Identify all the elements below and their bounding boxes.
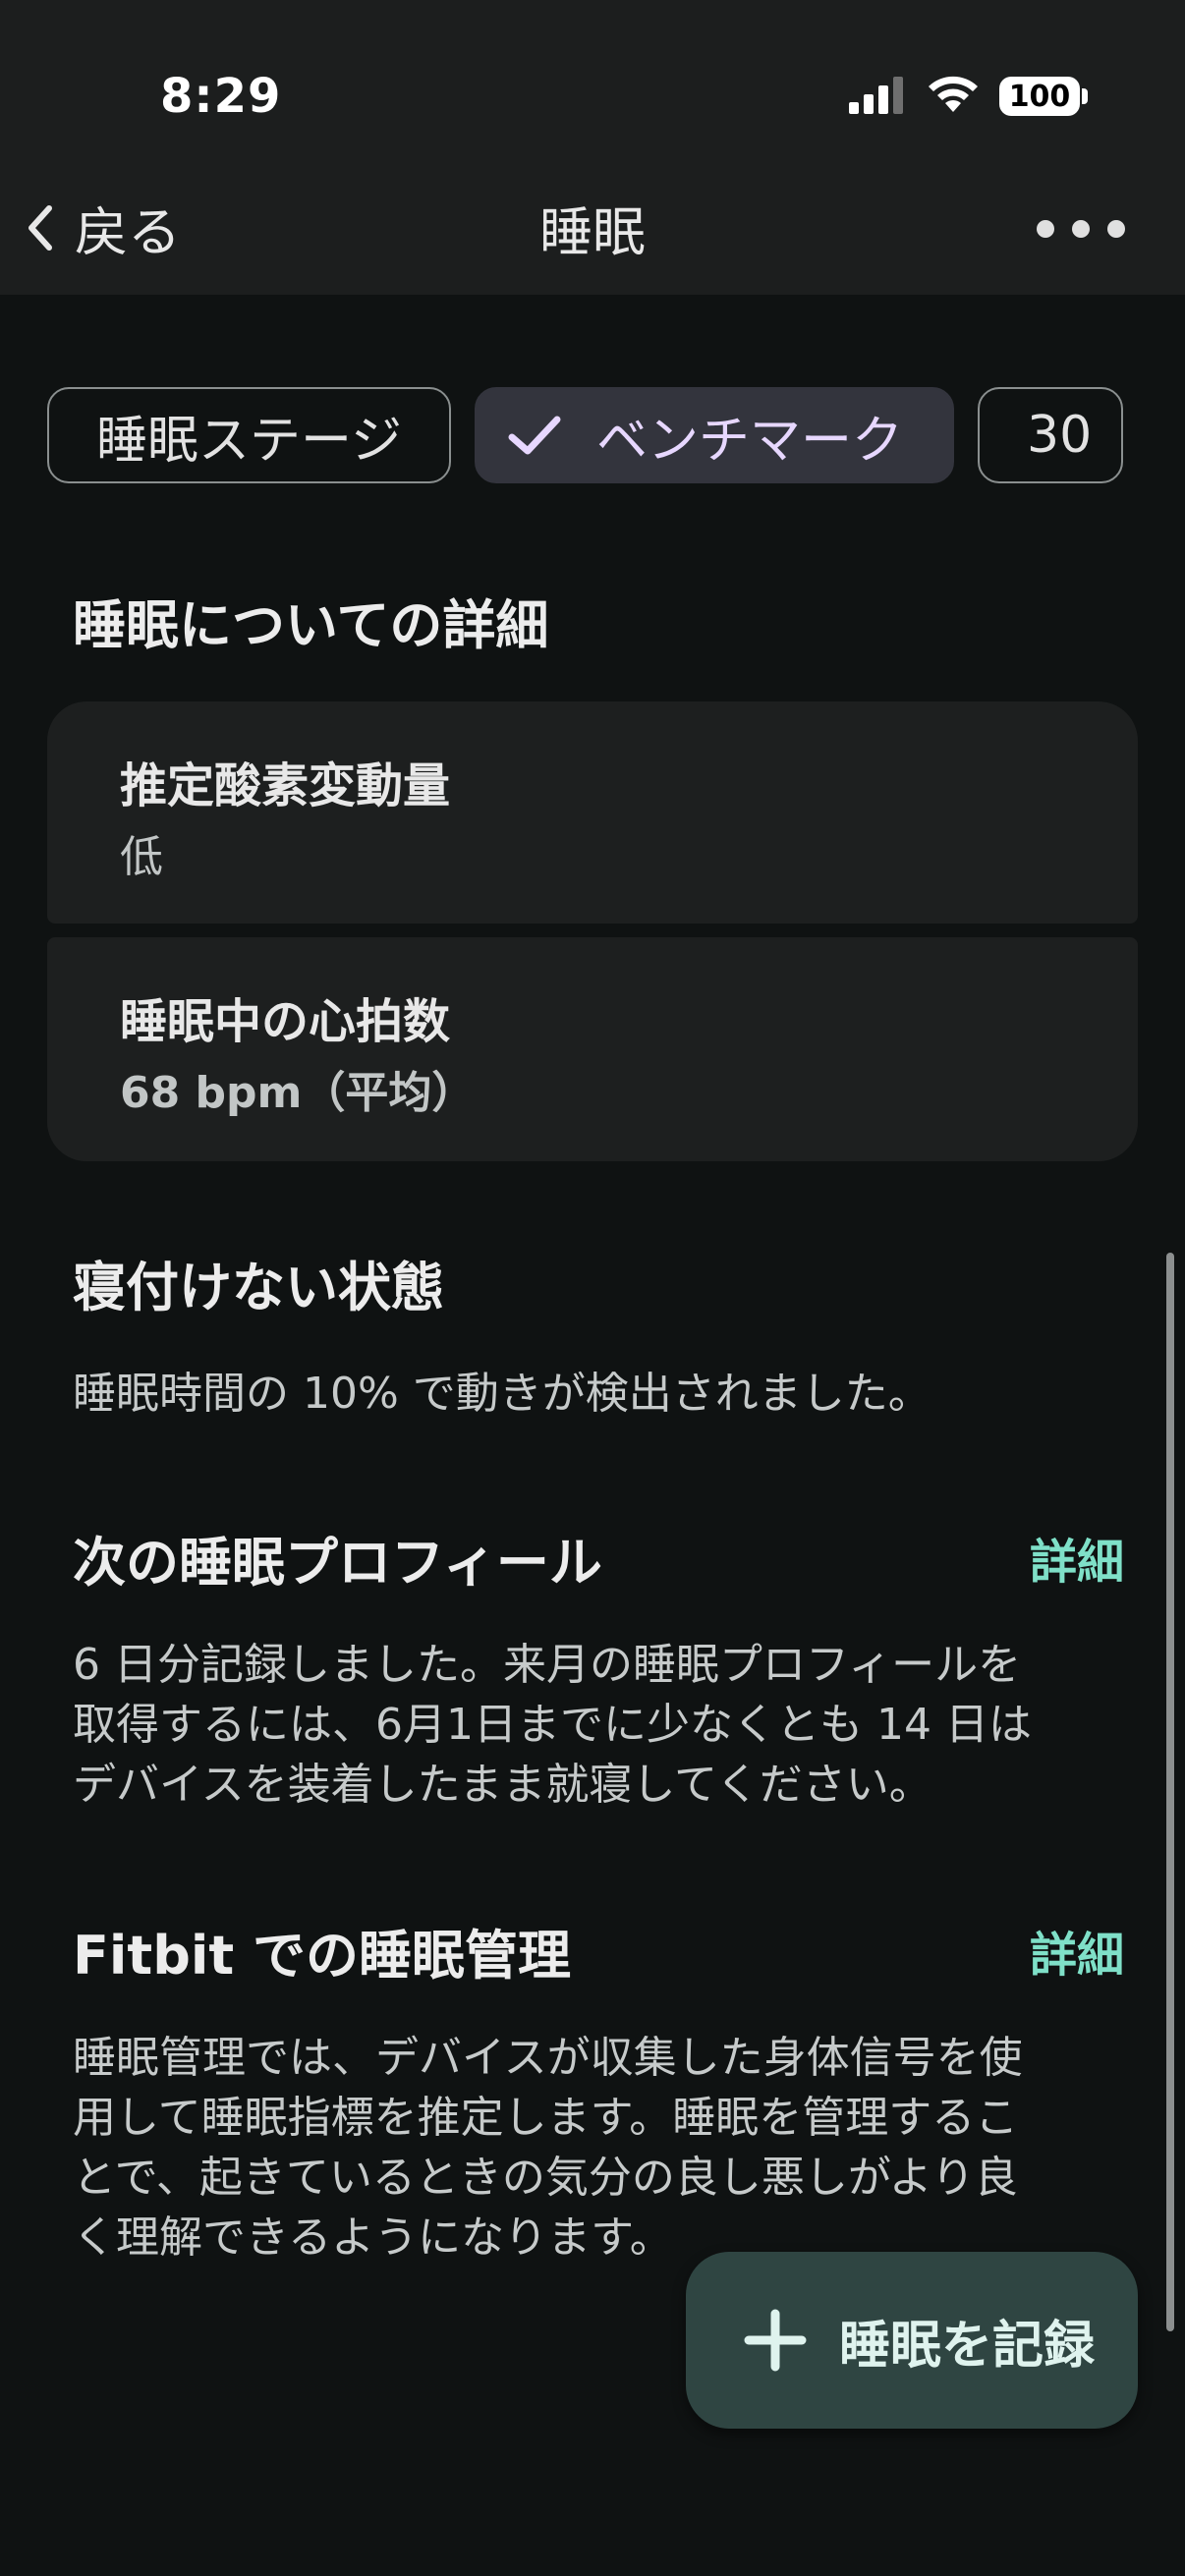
chip-sleep-stages[interactable]: 睡眠ステージ: [47, 387, 451, 483]
wifi-icon: [929, 76, 978, 112]
top-bar: 8:29 100 戻る 睡眠: [0, 0, 1185, 295]
heart-rate-value: 68 bpm（平均）: [120, 1068, 476, 1118]
profile-description: 6 日分記録しました。来月の睡眠プロフィールを 取得するには、6月1日までに少な…: [73, 1635, 1124, 1815]
filter-chips: 睡眠ステージ ベンチマーク 30: [47, 387, 1124, 483]
management-line: とで、起きているときの気分の良し悪しがより良: [73, 2153, 1018, 2203]
management-details-link[interactable]: 詳細: [1030, 1916, 1124, 1985]
profile-section-title: 次の睡眠プロフィール: [73, 1532, 602, 1594]
details-section-title: 睡眠についての詳細: [73, 594, 549, 656]
chip-label: ベンチマーク: [595, 411, 903, 471]
log-sleep-label: 睡眠を記録: [839, 2316, 1096, 2376]
management-line: 睡眠管理では、デバイスが収集した身体信号を使: [73, 2033, 1023, 2083]
management-section-title: Fitbit での睡眠管理: [73, 1925, 571, 1987]
more-dot-icon: [1037, 220, 1054, 238]
chip-label: 30: [1026, 406, 1093, 465]
oxygen-variation-card[interactable]: 推定酸素変動量 低: [47, 701, 1138, 924]
restless-section-title: 寝付けない状態: [73, 1257, 444, 1318]
battery-tip: [1082, 88, 1088, 104]
management-description: 睡眠管理では、デバイスが収集した身体信号を使 用して睡眠指標を推定します。睡眠を…: [73, 2028, 1124, 2268]
sleeping-heart-rate-card[interactable]: 睡眠中の心拍数 68 bpm（平均）: [47, 937, 1138, 1161]
oxygen-variation-label: 推定酸素変動量: [120, 758, 451, 813]
log-sleep-button[interactable]: 睡眠を記録: [686, 2252, 1138, 2429]
oxygen-variation-value: 低: [120, 832, 163, 882]
sleep-screen: 8:29 100 戻る 睡眠 睡眠ステージ ベンチマーク 30 睡眠についての詳…: [0, 0, 1185, 2576]
management-line: 用して睡眠指標を推定します。睡眠を管理するこ: [73, 2093, 1019, 2143]
chip-30-days[interactable]: 30: [977, 387, 1124, 483]
check-icon: [508, 416, 561, 455]
more-options-button[interactable]: [1037, 214, 1162, 244]
restless-description: 睡眠時間の 10% で動きが検出されました。: [73, 1369, 931, 1419]
heart-rate-label: 睡眠中の心拍数: [120, 994, 451, 1049]
cellular-signal-icon: [849, 77, 903, 114]
battery-indicator: 100: [999, 77, 1080, 116]
profile-line: デバイスを装着したまま就寝してください。: [73, 1760, 932, 1810]
more-dot-icon: [1072, 220, 1090, 238]
battery-level: 100: [1008, 79, 1071, 114]
plus-icon: [744, 2309, 807, 2372]
scrollbar[interactable]: [1166, 1253, 1174, 2331]
status-time: 8:29: [160, 69, 282, 124]
chip-label: 睡眠ステージ: [96, 411, 402, 471]
profile-line: 6 日分記録しました。来月の睡眠プロフィールを: [73, 1640, 1022, 1690]
chip-benchmark[interactable]: ベンチマーク: [474, 387, 954, 483]
more-dot-icon: [1107, 220, 1125, 238]
profile-details-link[interactable]: 詳細: [1030, 1523, 1124, 1592]
page-title: 睡眠: [539, 201, 646, 263]
profile-line: 取得するには、6月1日までに少なくとも 14 日は: [73, 1700, 1032, 1750]
